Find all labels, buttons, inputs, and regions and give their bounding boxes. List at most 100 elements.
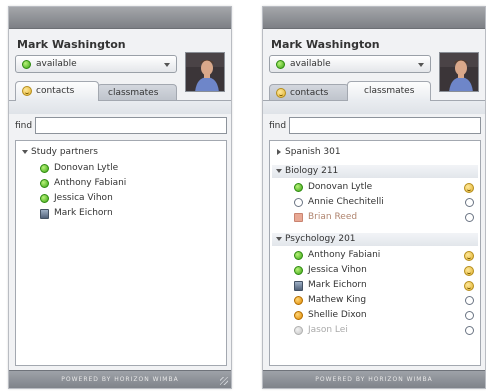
triangle-down-icon — [22, 150, 28, 154]
offline-status-icon — [294, 326, 303, 335]
list-item[interactable]: Anthony Fabiani — [16, 177, 226, 191]
find-input[interactable] — [35, 117, 227, 134]
group-header-spanish-301[interactable]: Spanish 301 — [272, 146, 478, 159]
user-name: Mark Washington — [271, 38, 380, 51]
triangle-down-icon — [276, 169, 282, 173]
tab-classmates-label: classmates — [108, 88, 159, 98]
contact-name: Jason Lei — [308, 325, 348, 335]
triangle-down-icon — [276, 237, 282, 241]
contact-name: Mark Eichorn — [308, 280, 367, 290]
group-name: Spanish 301 — [285, 147, 341, 157]
group-header-study-partners[interactable]: Study partners — [18, 146, 224, 159]
list-item[interactable]: Jessica Vihon — [270, 264, 480, 278]
idle-status-icon — [294, 198, 303, 207]
avatar-photo — [440, 53, 478, 91]
chevron-down-icon — [418, 63, 424, 67]
mobile-status-icon — [40, 209, 49, 219]
contact-name: Annie Chechitelli — [308, 197, 384, 207]
contact-name: Anthony Fabiani — [54, 178, 127, 188]
tab-contacts[interactable]: contacts — [15, 81, 99, 101]
contact-name: Donovan Lytle — [54, 163, 119, 173]
tab-classmates[interactable]: classmates — [347, 81, 431, 101]
smiley-icon[interactable] — [464, 251, 474, 261]
group-name: Study partners — [31, 147, 98, 157]
group-header-biology-211[interactable]: Biology 211 — [272, 165, 478, 178]
window-titlebar[interactable] — [263, 7, 485, 29]
status-dropdown[interactable]: available — [269, 55, 431, 73]
list-item[interactable]: Anthony Fabiani — [270, 249, 480, 263]
contact-name: Shellie Dixon — [308, 310, 367, 320]
list-item[interactable]: Mark Eichorn — [270, 279, 480, 293]
tab-contacts-label: contacts — [290, 88, 329, 98]
away-status-icon — [294, 311, 303, 320]
away-status-icon — [294, 296, 303, 305]
contact-name: Brian Reed — [308, 212, 358, 222]
list-item[interactable]: Jessica Vihon — [16, 192, 226, 206]
ring-icon[interactable] — [465, 326, 474, 335]
smiley-icon — [276, 88, 286, 98]
buddy-list-window-classmates: Mark Washington available contacts class… — [262, 6, 486, 389]
ring-icon[interactable] — [465, 296, 474, 305]
contact-name: Mathew King — [308, 295, 367, 305]
ring-icon[interactable] — [465, 198, 474, 207]
contact-list[interactable]: Spanish 301 Biology 211 Donovan Lytle An… — [269, 140, 481, 366]
list-item[interactable]: Mark Eichorn — [16, 207, 226, 221]
footer-text: POWERED BY HORIZON WIMBA — [61, 376, 179, 383]
contact-name: Donovan Lytle — [308, 182, 373, 192]
chevron-down-icon — [164, 63, 170, 67]
available-status-icon — [294, 266, 303, 275]
find-input[interactable] — [289, 117, 481, 134]
footer-bar: POWERED BY HORIZON WIMBA — [9, 370, 231, 388]
list-item[interactable]: Donovan Lytle — [270, 181, 480, 195]
avatar-photo — [186, 53, 224, 91]
contact-name: Jessica Vihon — [308, 265, 367, 275]
contact-name: Mark Eichorn — [54, 208, 113, 218]
user-name: Mark Washington — [17, 38, 126, 51]
smiley-icon[interactable] — [464, 183, 474, 193]
smiley-icon[interactable] — [464, 266, 474, 276]
tab-strip-background — [9, 100, 231, 114]
green-dot-icon — [22, 60, 31, 69]
footer-text: POWERED BY HORIZON WIMBA — [315, 376, 433, 383]
list-item[interactable]: Donovan Lytle — [16, 162, 226, 176]
smiley-icon — [22, 86, 32, 96]
offline-status-icon — [294, 213, 303, 222]
available-status-icon — [294, 251, 303, 260]
list-item[interactable]: Annie Chechitelli — [270, 196, 480, 210]
tab-strip-background — [263, 100, 485, 114]
find-label: find — [15, 121, 33, 131]
group-header-psychology-201[interactable]: Psychology 201 — [272, 233, 478, 246]
smiley-icon[interactable] — [464, 281, 474, 291]
mobile-status-icon — [294, 281, 303, 291]
available-status-icon — [40, 164, 49, 173]
avatar[interactable] — [439, 52, 479, 92]
find-label: find — [269, 121, 287, 131]
contact-name: Jessica Vihon — [54, 193, 113, 203]
tab-classmates[interactable]: classmates — [97, 84, 177, 101]
green-dot-icon — [276, 60, 285, 69]
avatar[interactable] — [185, 52, 225, 92]
contact-name: Anthony Fabiani — [308, 250, 381, 260]
triangle-right-icon — [277, 149, 281, 155]
status-label: available — [290, 59, 331, 69]
status-label: available — [36, 59, 77, 69]
tab-classmates-label: classmates — [364, 86, 415, 96]
status-dropdown[interactable]: available — [15, 55, 177, 73]
tab-contacts[interactable]: contacts — [269, 84, 349, 101]
list-item[interactable]: Shellie Dixon — [270, 309, 480, 323]
resize-grip-icon[interactable] — [220, 377, 228, 385]
footer-bar: POWERED BY HORIZON WIMBA — [263, 370, 485, 388]
list-item[interactable]: Mathew King — [270, 294, 480, 308]
available-status-icon — [40, 194, 49, 203]
available-status-icon — [40, 179, 49, 188]
buddy-list-window-contacts: Mark Washington available contacts class… — [8, 6, 232, 389]
available-status-icon — [294, 183, 303, 192]
list-item[interactable]: Jason Lei — [270, 324, 480, 338]
list-item[interactable]: Brian Reed — [270, 211, 480, 225]
group-name: Biology 211 — [285, 166, 339, 176]
contact-list[interactable]: Study partners Donovan Lytle Anthony Fab… — [15, 140, 227, 366]
ring-icon[interactable] — [465, 213, 474, 222]
window-titlebar[interactable] — [9, 7, 231, 29]
tab-contacts-label: contacts — [36, 86, 75, 96]
ring-icon[interactable] — [465, 311, 474, 320]
